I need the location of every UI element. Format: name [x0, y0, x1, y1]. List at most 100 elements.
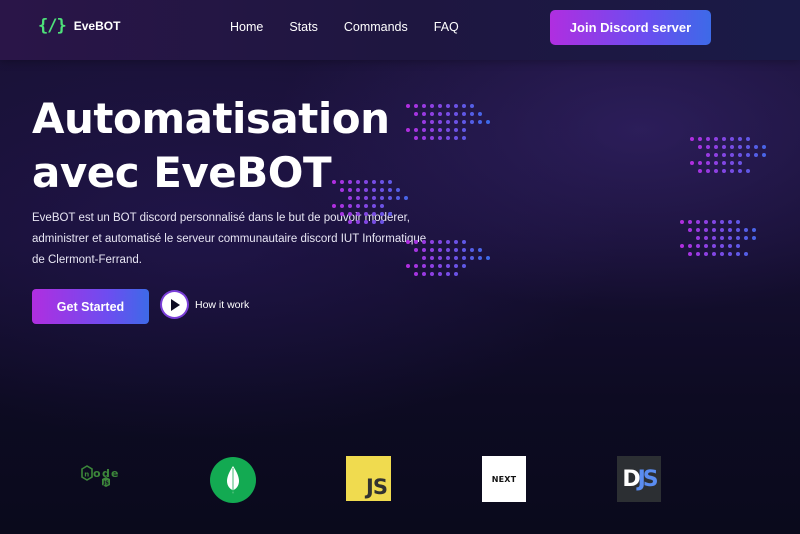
svg-text:JS: JS: [102, 481, 109, 487]
dot: [680, 220, 684, 224]
dot: [454, 136, 458, 140]
dot: [380, 180, 384, 184]
dot: [698, 145, 702, 149]
svg-text:n: n: [84, 471, 89, 479]
dot: [720, 228, 724, 232]
dot: [462, 256, 466, 260]
nav-faq[interactable]: FAQ: [434, 20, 459, 34]
dot: [744, 236, 748, 240]
dot: [446, 136, 450, 140]
dot: [380, 212, 384, 216]
dot: [738, 145, 742, 149]
dot: [364, 212, 368, 216]
dot: [454, 264, 458, 268]
dot: [388, 212, 392, 216]
dot: [712, 244, 716, 248]
brand-logo[interactable]: {/} EveBOT: [38, 16, 120, 36]
dot: [728, 228, 732, 232]
dot: [738, 169, 742, 173]
dot: [470, 112, 474, 116]
dot: [430, 240, 434, 244]
how-it-work-link[interactable]: How it work: [162, 292, 249, 317]
dot: [706, 137, 710, 141]
join-discord-button[interactable]: Join Discord server: [550, 10, 711, 45]
main-nav: Home Stats Commands FAQ: [230, 20, 485, 34]
dot: [438, 128, 442, 132]
nodejs-logo: n o d e JS: [78, 460, 130, 490]
dot: [704, 220, 708, 224]
dot: [730, 161, 734, 165]
dot: [454, 128, 458, 132]
dot: [348, 220, 352, 224]
nextjs-logo: NEXT: [482, 456, 526, 502]
dot: [348, 196, 352, 200]
dot: [730, 145, 734, 149]
nav-commands[interactable]: Commands: [344, 20, 408, 34]
dot: [754, 153, 758, 157]
dot: [698, 161, 702, 165]
dot: [446, 248, 450, 252]
dot: [414, 264, 418, 268]
dot: [698, 169, 702, 173]
javascript-logo-text: JS: [366, 475, 388, 499]
dot: [356, 188, 360, 192]
dot: [340, 212, 344, 216]
navbar: {/} EveBOT Home Stats Commands FAQ Join …: [0, 0, 800, 60]
brand-name: EveBOT: [73, 19, 121, 33]
dot: [736, 244, 740, 248]
dot: [414, 112, 418, 116]
dot: [696, 244, 700, 248]
dot: [438, 112, 442, 116]
dot: [730, 153, 734, 157]
dot: [348, 188, 352, 192]
dot: [720, 220, 724, 224]
dot: [762, 153, 766, 157]
dot: [446, 264, 450, 268]
dot: [430, 112, 434, 116]
dot: [462, 128, 466, 132]
dot: [356, 196, 360, 200]
dot: [430, 264, 434, 268]
dot: [422, 128, 426, 132]
dot: [462, 112, 466, 116]
dot: [396, 196, 400, 200]
dot: [696, 228, 700, 232]
dot: [446, 120, 450, 124]
dot: [422, 248, 426, 252]
dot: [438, 256, 442, 260]
dot: [430, 128, 434, 132]
dot: [462, 264, 466, 268]
dot: [688, 244, 692, 248]
dot: [454, 248, 458, 252]
dot: [364, 204, 368, 208]
get-started-button[interactable]: Get Started: [32, 289, 149, 324]
dot: [722, 145, 726, 149]
dot: [738, 161, 742, 165]
dot: [380, 196, 384, 200]
dot: [720, 236, 724, 240]
dot: [364, 180, 368, 184]
dot: [422, 104, 426, 108]
dot: [348, 212, 352, 216]
dot: [414, 272, 418, 276]
dot: [372, 204, 376, 208]
dot: [690, 161, 694, 165]
dot: [332, 204, 336, 208]
dot: [372, 196, 376, 200]
dot: [680, 244, 684, 248]
nav-stats[interactable]: Stats: [289, 20, 318, 34]
dot: [462, 248, 466, 252]
dot: [372, 220, 376, 224]
dot: [736, 252, 740, 256]
dot: [356, 180, 360, 184]
dot: [720, 244, 724, 248]
dot: [414, 240, 418, 244]
dot: [430, 256, 434, 260]
dot: [438, 264, 442, 268]
dot: [712, 228, 716, 232]
dot: [754, 145, 758, 149]
hero-description: EveBOT est un BOT discord personnalisé d…: [32, 212, 427, 266]
dot: [478, 112, 482, 116]
nav-home[interactable]: Home: [230, 20, 263, 34]
dot: [478, 120, 482, 124]
